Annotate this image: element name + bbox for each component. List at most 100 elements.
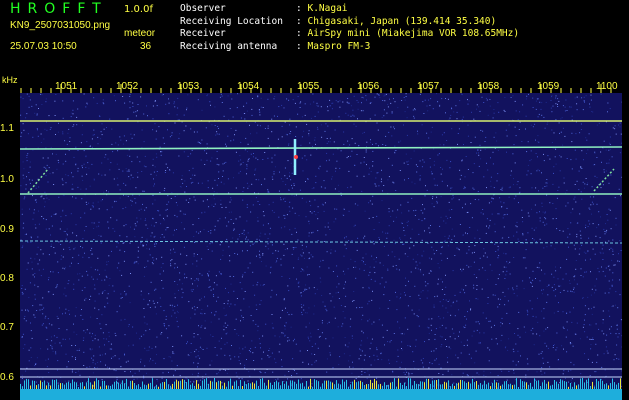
noise-speck [384,286,385,288]
noise-floor-spike [68,381,69,389]
noise-speck [147,260,149,262]
noise-speck [300,101,302,103]
noise-speck [442,168,443,170]
noise-speck [575,333,577,335]
noise-speck [501,317,503,319]
noise-speck [84,230,85,232]
noise-speck [554,248,556,250]
noise-speck [317,128,319,130]
noise-speck [300,254,302,256]
noise-speck [617,336,619,338]
noise-speck [542,362,544,364]
noise-speck [30,347,32,349]
noise-speck [546,345,548,347]
noise-speck [259,111,261,113]
noise-speck [130,371,131,373]
noise-speck [88,167,90,169]
noise-speck [155,362,156,364]
noise-speck [229,275,231,277]
noise-speck [519,336,521,338]
noise-speck [288,371,290,372]
noise-floor-spike [486,384,487,389]
noise-floor-spike [494,379,495,389]
noise-speck [586,271,587,273]
noise-speck [224,322,226,324]
noise-speck [428,367,430,369]
noise-speck [385,135,387,137]
noise-speck [255,304,257,306]
noise-speck [533,239,535,241]
noise-speck [453,332,455,334]
noise-speck [461,118,463,120]
noise-speck [317,126,318,128]
noise-speck [597,267,599,269]
noise-speck [26,268,28,270]
noise-speck [317,105,319,107]
noise-speck [244,346,246,348]
noise-speck [438,153,440,155]
noise-speck [438,316,440,318]
noise-speck [251,183,253,185]
noise-speck [490,201,492,203]
noise-floor-spike [224,382,225,389]
noise-speck [543,330,545,332]
noise-speck [94,288,96,290]
noise-speck [408,178,409,179]
noise-speck [239,236,241,238]
noise-speck [75,358,76,360]
noise-speck [480,158,482,160]
noise-speck [513,144,515,146]
noise-speck [54,115,56,116]
noise-speck [568,381,569,383]
noise-speck [352,361,353,363]
noise-speck [93,355,95,357]
noise-speck [93,179,95,181]
noise-speck [261,358,263,360]
noise-speck [375,261,377,263]
noise-speck [538,141,540,143]
noise-floor-spike [618,382,619,389]
noise-floor-spike [364,385,365,389]
noise-speck [619,240,621,242]
noise-speck [123,194,124,196]
noise-speck [124,318,126,320]
noise-speck [120,319,122,321]
y-tick-label: 0.8 [0,273,14,284]
noise-speck [122,208,124,210]
noise-speck [35,104,37,106]
noise-speck [611,285,613,287]
noise-speck [382,231,384,233]
noise-speck [216,151,218,152]
noise-speck [316,102,318,104]
noise-speck [209,286,211,288]
noise-speck [152,300,154,302]
noise-speck [498,255,500,257]
noise-speck [288,290,290,292]
noise-speck [117,242,119,244]
noise-speck [452,195,454,197]
noise-speck [136,217,138,219]
noise-speck [173,374,175,376]
noise-speck [522,233,524,235]
noise-speck [227,178,229,180]
noise-speck [22,245,24,247]
noise-speck [241,378,243,380]
noise-speck [192,373,193,375]
noise-speck [602,252,604,254]
noise-speck [546,123,548,125]
noise-speck [279,343,281,345]
noise-speck [211,312,212,314]
noise-speck [127,195,129,197]
noise-speck [575,260,577,261]
noise-speck [91,222,93,224]
noise-speck [85,188,87,190]
noise-speck [338,298,340,299]
noise-speck [473,284,475,286]
noise-speck [418,218,420,220]
noise-speck [241,315,243,317]
noise-floor-spike [346,379,347,389]
noise-speck [407,201,409,203]
noise-speck [381,277,383,279]
noise-speck [432,196,434,198]
noise-speck [363,237,365,239]
